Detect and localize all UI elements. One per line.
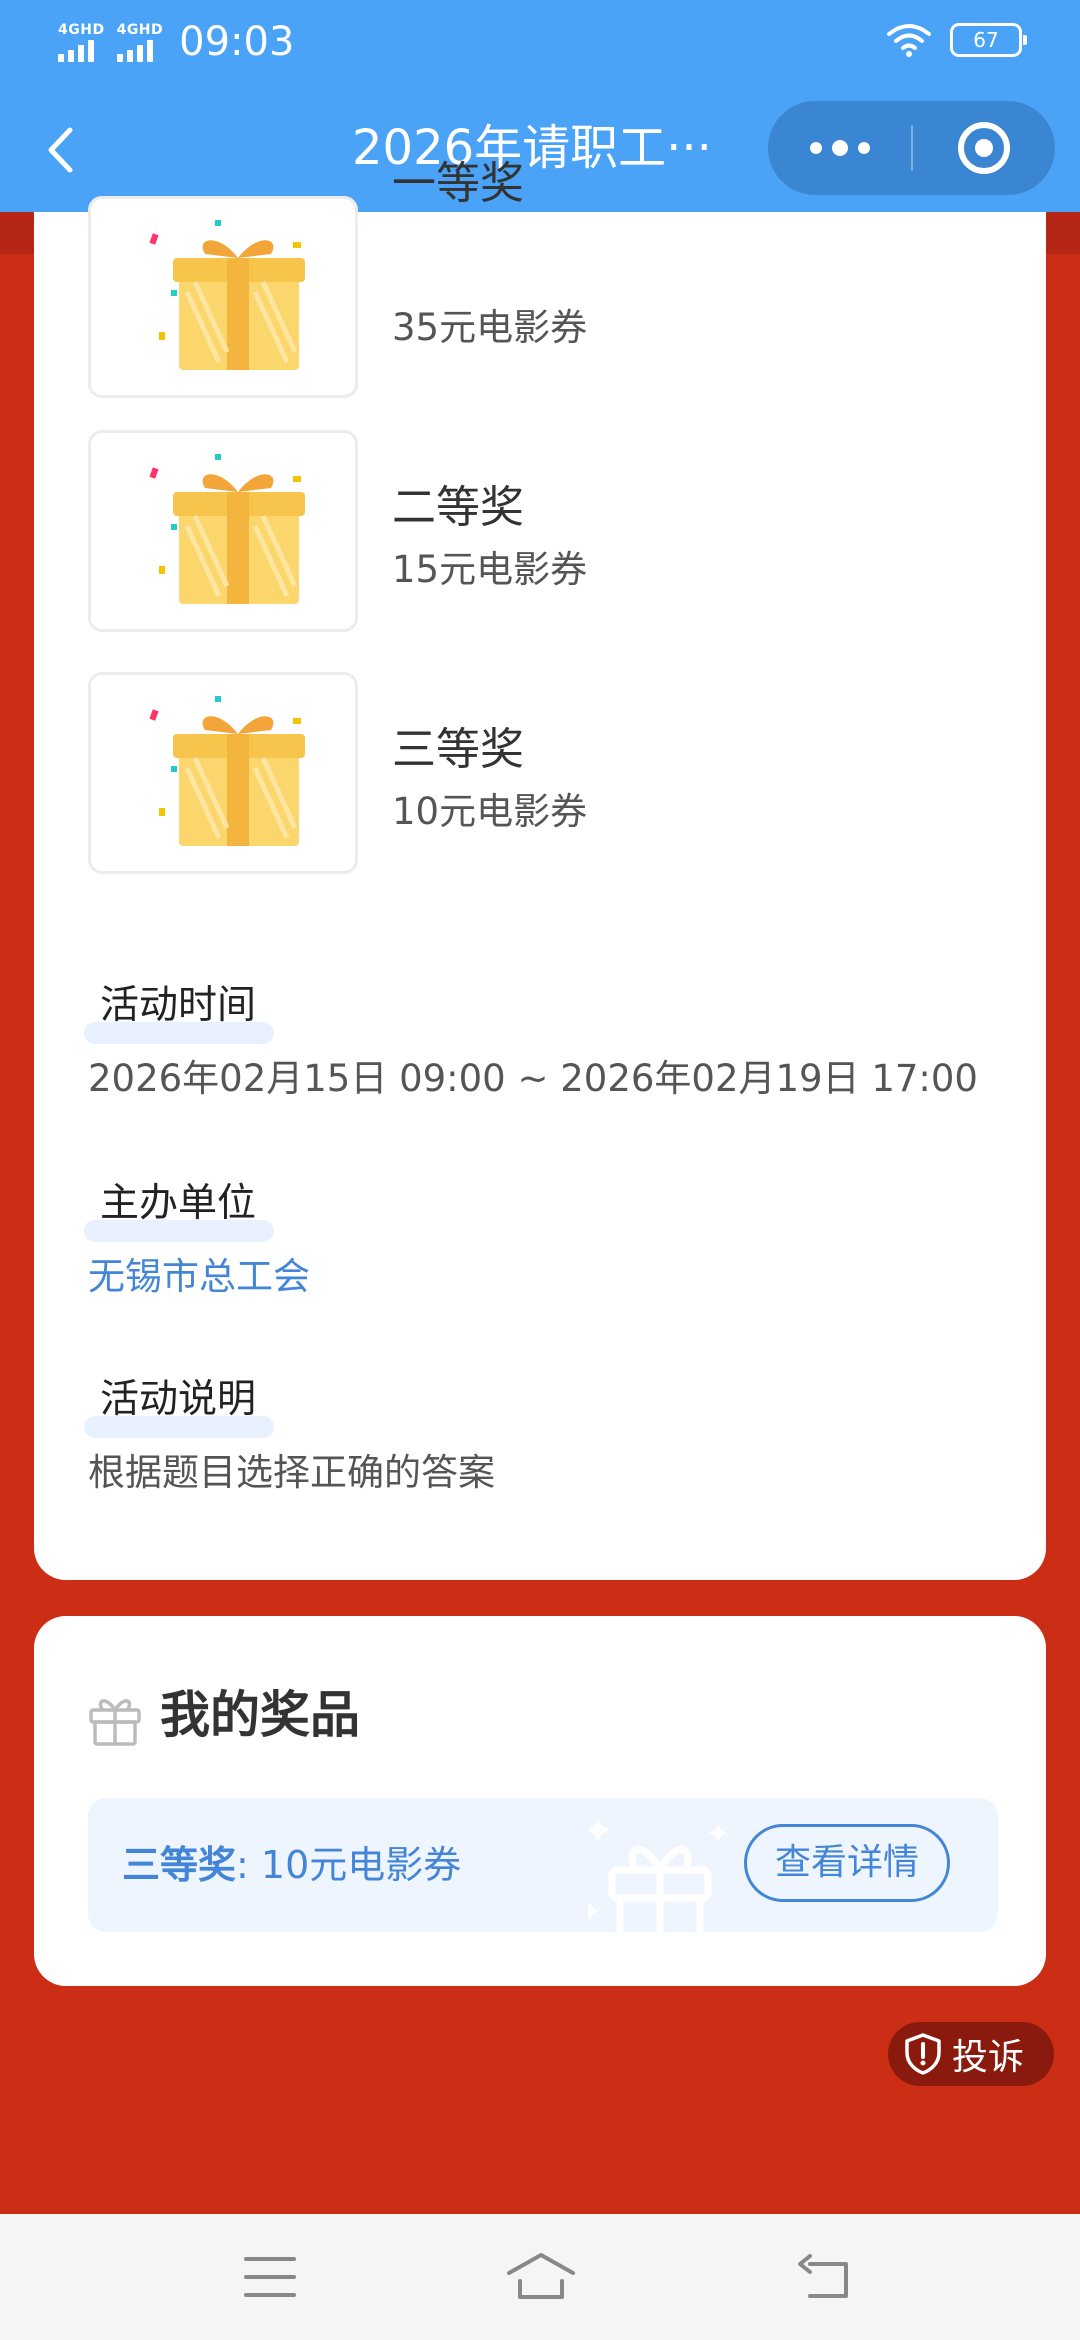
chevron-left-icon: [48, 127, 73, 173]
status-bar-right: 67: [886, 22, 1027, 58]
prize-level: 一等奖: [392, 158, 524, 209]
back-arrow-icon: [798, 2254, 848, 2298]
prize-description: 35元电影券: [392, 306, 588, 349]
prize-description: 15元电影券: [392, 548, 588, 591]
target-icon: [958, 122, 1010, 174]
network-type-label: 4GHD: [116, 21, 164, 38]
prize-image-1: [88, 196, 358, 398]
my-prize-level: 三等奖: [122, 1843, 237, 1887]
signal-2-icon: 4GHD: [116, 21, 164, 62]
back-button[interactable]: [36, 118, 84, 182]
mini-program-capsule: [768, 101, 1055, 195]
complaint-button[interactable]: 投诉: [888, 2022, 1054, 2086]
section-title-time: 活动时间: [100, 983, 257, 1028]
section-title-organizer: 主办单位: [100, 1181, 257, 1226]
my-prize-text: 三等奖: 10元电影券: [122, 1838, 461, 1892]
status-bar-left: 4GHD 4GHD 09:03: [58, 18, 294, 66]
gift-decoration-icon: [588, 1818, 727, 1932]
prize-image-3: [88, 672, 358, 874]
more-button[interactable]: [768, 101, 911, 195]
gift-icon: [89, 1699, 141, 1746]
battery-level: 67: [973, 28, 999, 52]
network-type-label: 4GHD: [58, 21, 105, 38]
activity-description-value: 根据题目选择正确的答案: [88, 1451, 495, 1494]
close-mini-program-button[interactable]: [913, 101, 1055, 195]
prize-level: 二等奖: [392, 482, 524, 533]
prize-level: 三等奖: [392, 724, 524, 775]
wifi-icon: [887, 24, 931, 57]
my-prize-item: 三等奖: 10元电影券 查看详情: [88, 1798, 998, 1932]
my-prize-title: 我的奖品: [160, 1686, 360, 1744]
prize-description: 10元电影券: [392, 790, 588, 833]
gift-box-icon: [149, 454, 305, 604]
my-prize-card: 我的奖品 三等奖: 10元电影券 查看详情: [34, 1616, 1046, 1986]
my-prize-separator: :: [236, 1843, 261, 1887]
menu-button[interactable]: [242, 2244, 298, 2310]
home-icon: [507, 2253, 575, 2299]
system-navigation-bar: [0, 2214, 1080, 2340]
activity-time-value: 2026年02月15日 09:00 ~ 2026年02月19日 17:00: [88, 1057, 978, 1100]
prize-image-2: [88, 430, 358, 632]
status-time: 09:03: [179, 19, 295, 65]
battery-icon: 67: [950, 23, 1027, 57]
back-nav-button[interactable]: [796, 2244, 852, 2310]
view-details-button[interactable]: 查看详情: [744, 1824, 950, 1902]
gift-box-icon: [149, 696, 305, 846]
complaint-label: 投诉: [952, 2037, 1025, 2078]
my-prize-desc: 10元电影券: [260, 1843, 462, 1887]
signal-1-icon: 4GHD: [58, 23, 105, 62]
menu-icon: [244, 2257, 296, 2297]
gift-box-icon: [149, 220, 305, 370]
shield-alert-icon: [905, 2033, 941, 2075]
organizer-link[interactable]: 无锡市总工会: [88, 1252, 310, 1302]
top-bar: 4GHD 4GHD 09:03 67 2026年请职工···: [0, 0, 1080, 212]
screen: 4GHD 4GHD 09:03 67 2026年请职工··· 一等奖 35元电影…: [0, 0, 1080, 2340]
activity-info-card: 一等奖 35元电影券 二等奖 15元电影券 三等奖 10元电影券 活动时间 20…: [34, 158, 1046, 1580]
section-title-description: 活动说明: [100, 1377, 257, 1422]
home-button[interactable]: [506, 2244, 576, 2310]
